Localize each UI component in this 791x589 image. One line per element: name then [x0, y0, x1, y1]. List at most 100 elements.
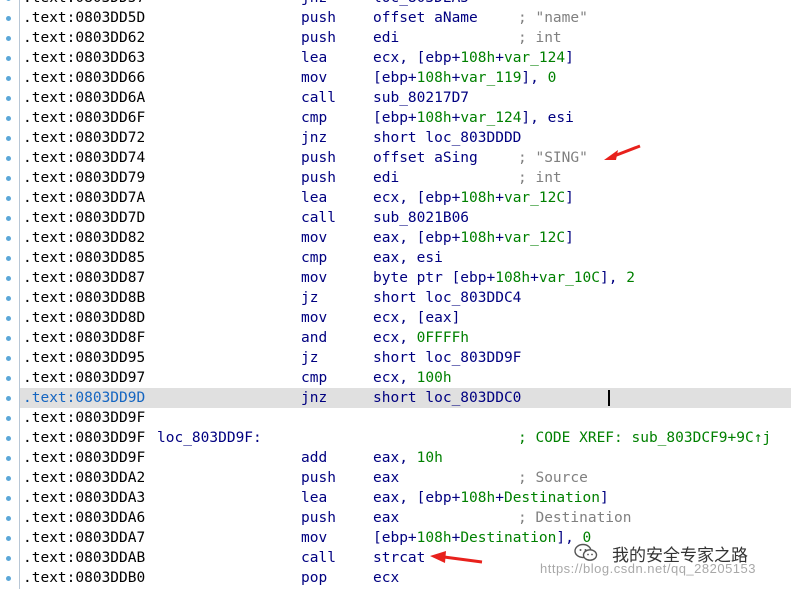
selected-code-line[interactable]: .text:0803DD9D jnz short loc_803DDC0 — [20, 388, 791, 408]
operands[interactable]: strcat — [373, 548, 425, 568]
line-marker-dot[interactable] — [6, 296, 11, 301]
operands[interactable]: eax — [373, 508, 399, 528]
code-line[interactable]: .text:0803DD97 cmp ecx, 100h — [20, 368, 791, 388]
code-line[interactable]: .text:0803DDA6 push eax ; Destination — [20, 508, 791, 528]
code-line[interactable]: .text:0803DD66 mov [ebp+108h+var_119], 0 — [20, 68, 791, 88]
operands[interactable]: sub_8021B06 — [373, 208, 469, 228]
operand-text: byte ptr [ebp+ — [373, 270, 496, 286]
line-marker-dot[interactable] — [6, 416, 11, 421]
operands[interactable]: byte ptr [ebp+108h+var_10C], 2 — [373, 268, 635, 288]
operands[interactable]: loc_803DEA5 — [373, 0, 469, 8]
line-marker-dot[interactable] — [6, 116, 11, 121]
operands[interactable]: ecx, [ebp+108h+var_124] — [373, 48, 574, 68]
operands[interactable]: eax — [373, 468, 399, 488]
operand-text: offset aSing — [373, 150, 478, 166]
operands[interactable]: short loc_803DDC0 — [373, 388, 521, 408]
line-marker-dot[interactable] — [6, 356, 11, 361]
code-line[interactable]: .text:0803DD7A lea ecx, [ebp+108h+var_12C] — [20, 188, 791, 208]
operands[interactable]: ecx — [373, 568, 399, 588]
line-marker-dot[interactable] — [6, 176, 11, 181]
operands[interactable]: ecx, [ebp+108h+var_12C] — [373, 188, 574, 208]
code-line[interactable]: .text:0803DD79 push edi ; int — [20, 168, 791, 188]
mnemonic: add — [301, 450, 328, 466]
code-line[interactable]: .text:0803DD9F loc_803DD9F: ; CODE XREF: s… — [20, 428, 791, 448]
operands[interactable]: [ebp+108h+Destination], 0 — [373, 528, 591, 548]
line-marker-dot[interactable] — [6, 216, 11, 221]
line-marker-dot[interactable] — [6, 456, 11, 461]
code-line[interactable]: .text:0803DD9F add eax, 10h — [20, 448, 791, 468]
code-line[interactable]: .text:0803DD82 mov eax, [ebp+108h+var_12C] — [20, 228, 791, 248]
code-line[interactable]: .text:0803DD74 push offset aSing ; "SING" — [20, 148, 791, 168]
line-marker-dot[interactable] — [6, 36, 11, 41]
code-line[interactable]: .text:0803DD6F cmp [ebp+108h+var_124], esi — [20, 108, 791, 128]
line-marker-dot[interactable] — [6, 536, 11, 541]
line-marker-dot[interactable] — [6, 396, 11, 401]
operands[interactable]: short loc_803DD9F — [373, 348, 521, 368]
code-line[interactable]: .text:0803DD6A call sub_80217D7 — [20, 88, 791, 108]
operands[interactable]: offset aName — [373, 8, 478, 28]
code-line[interactable]: .text:0803DD87 mov byte ptr [ebp+108h+var_… — [20, 268, 791, 288]
mnemonic: pop — [301, 570, 328, 586]
code-line[interactable]: .text:0803DD62 push edi ; int — [20, 28, 791, 48]
wechat-logo-icon — [574, 543, 598, 561]
operand-text: ] — [600, 490, 609, 506]
code-line[interactable]: .text:0803DDA2 push eax ; Source — [20, 468, 791, 488]
line-marker-dot[interactable] — [6, 316, 11, 321]
code-line[interactable]: .text:0803DD7D call sub_8021B06 — [20, 208, 791, 228]
operands[interactable]: ecx, 100h — [373, 368, 452, 388]
code-line[interactable]: .text:0803DD57 jnz loc_803DEA5 — [20, 0, 791, 8]
code-line[interactable]: .text:0803DD8D mov ecx, [eax] — [20, 308, 791, 328]
operands[interactable]: [ebp+108h+var_119], 0 — [373, 68, 556, 88]
line-marker-dot[interactable] — [6, 96, 11, 101]
code-line[interactable]: .text:0803DD8F and ecx, 0FFFFh — [20, 328, 791, 348]
operands[interactable]: edi — [373, 28, 399, 48]
operand-text: [ebp+ — [373, 70, 417, 86]
operand-text: ecx, [ebp+ — [373, 190, 461, 206]
operands[interactable]: eax, [ebp+108h+var_12C] — [373, 228, 574, 248]
code-line[interactable]: .text:0803DD85 cmp eax, esi — [20, 248, 791, 268]
operands[interactable]: [ebp+108h+var_124], esi — [373, 108, 574, 128]
line-marker-dot[interactable] — [6, 236, 11, 241]
code-line[interactable]: .text:0803DD63 lea ecx, [ebp+108h+var_124] — [20, 48, 791, 68]
operands[interactable]: eax, 10h — [373, 448, 443, 468]
line-marker-dot[interactable] — [6, 136, 11, 141]
operands[interactable]: eax, [ebp+108h+Destination] — [373, 488, 609, 508]
line-marker-dot[interactable] — [6, 276, 11, 281]
operands[interactable]: short loc_803DDDD — [373, 128, 521, 148]
disassembly-listing[interactable]: .text:0803DD57jnzloc_803DEA5.text:0803DD… — [20, 0, 791, 588]
line-marker-dot[interactable] — [6, 376, 11, 381]
operand-text: ecx, [eax] — [373, 310, 461, 326]
code-label[interactable]: loc_803DD9F: — [157, 428, 262, 448]
numeric-constant: 0 — [547, 70, 557, 86]
address: .text:0803DD8F — [23, 330, 146, 346]
operands[interactable]: sub_80217D7 — [373, 88, 469, 108]
operand-text: ] — [565, 230, 574, 246]
line-marker-dot[interactable] — [6, 336, 11, 341]
operands[interactable]: edi — [373, 168, 399, 188]
code-line[interactable]: .text:0803DD8B jz short loc_803DDC4 — [20, 288, 791, 308]
operands[interactable]: ecx, 0FFFFh — [373, 328, 469, 348]
line-marker-dot[interactable] — [6, 476, 11, 481]
line-marker-dot[interactable] — [6, 496, 11, 501]
line-marker-dot[interactable] — [6, 76, 11, 81]
line-marker-dot[interactable] — [6, 56, 11, 61]
line-marker-dot[interactable] — [6, 256, 11, 261]
line-marker-dot[interactable] — [6, 196, 11, 201]
address: .text:0803DD6A — [23, 90, 146, 106]
code-line[interactable]: .text:0803DD5D push offset aName ; "name" — [20, 8, 791, 28]
operands[interactable]: eax, esi — [373, 248, 443, 268]
address: .text:0803DD85 — [23, 250, 146, 266]
code-line[interactable]: .text:0803DD9F — [20, 408, 791, 428]
code-line[interactable]: .text:0803DD72 jnz short loc_803DDDD — [20, 128, 791, 148]
operands[interactable]: offset aSing — [373, 148, 478, 168]
line-marker-dot[interactable] — [6, 556, 11, 561]
line-marker-dot[interactable] — [6, 516, 11, 521]
operands[interactable]: short loc_803DDC4 — [373, 288, 521, 308]
line-marker-dot[interactable] — [6, 16, 11, 21]
code-line[interactable]: .text:0803DD95 jz short loc_803DD9F — [20, 348, 791, 368]
line-marker-dot[interactable] — [6, 156, 11, 161]
line-marker-dot[interactable] — [6, 436, 11, 441]
code-line[interactable]: .text:0803DDA3 lea eax, [ebp+108h+Destinat… — [20, 488, 791, 508]
operands[interactable]: ecx, [eax] — [373, 308, 460, 328]
line-marker-dot[interactable] — [6, 576, 11, 581]
